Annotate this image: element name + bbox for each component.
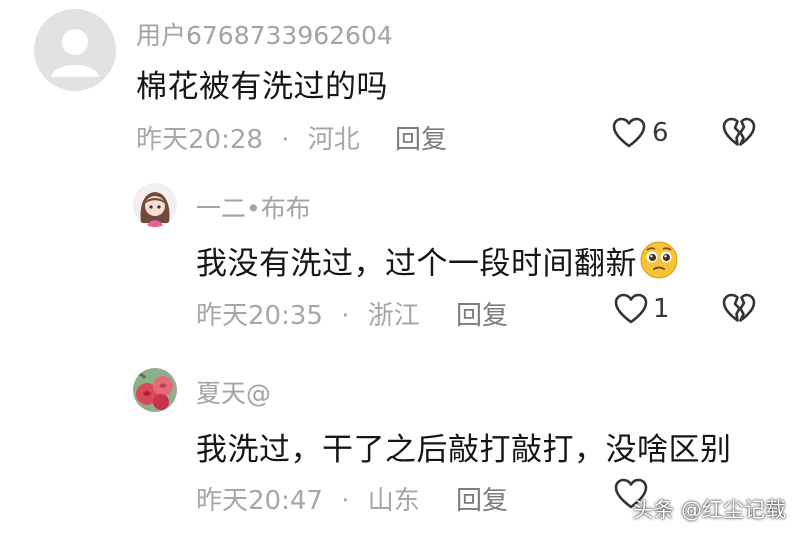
avatar[interactable] bbox=[133, 183, 177, 227]
comment-text: 我洗过，干了之后敲打敲打，没啥区别 bbox=[196, 432, 732, 468]
meta-separator: · bbox=[341, 486, 350, 516]
meta-separator: · bbox=[281, 125, 290, 155]
username[interactable]: 用户6768733962604 bbox=[136, 16, 393, 52]
default-user-icon bbox=[34, 9, 116, 91]
avatar-default[interactable] bbox=[34, 9, 116, 91]
broken-heart-icon bbox=[722, 117, 756, 146]
comment-meta: 昨天20:35 · 浙江 bbox=[196, 295, 420, 332]
meta-separator: · bbox=[341, 301, 350, 331]
location: 山东 bbox=[367, 486, 420, 516]
avatar[interactable] bbox=[133, 368, 177, 412]
comment-meta: 昨天20:28 · 河北 bbox=[136, 119, 360, 156]
watermark: 头条 @红尘记载 bbox=[632, 498, 786, 522]
timestamp: 昨天20:28 bbox=[136, 125, 263, 155]
like-count: 6 bbox=[652, 118, 669, 148]
location: 河北 bbox=[307, 125, 360, 155]
comment-text-body: 我没有洗过，过个一段时间翻新 bbox=[196, 246, 637, 282]
pleading-face-emoji-icon bbox=[639, 240, 679, 280]
reply-button[interactable]: 回复 bbox=[395, 119, 447, 156]
heart-icon bbox=[614, 293, 648, 324]
location: 浙江 bbox=[367, 301, 420, 331]
like-button[interactable] bbox=[614, 293, 648, 325]
timestamp: 昨天20:35 bbox=[196, 301, 323, 331]
heart-icon bbox=[612, 117, 646, 148]
cartoon-girl-avatar-icon bbox=[133, 183, 177, 227]
username[interactable]: 一二•布布 bbox=[196, 189, 311, 225]
comment-text: 我没有洗过，过个一段时间翻新 bbox=[196, 238, 679, 283]
broken-heart-icon bbox=[722, 293, 756, 322]
reply-button[interactable]: 回复 bbox=[456, 295, 508, 332]
like-button[interactable] bbox=[612, 117, 646, 149]
reply-button[interactable]: 回复 bbox=[456, 480, 508, 517]
dislike-button[interactable] bbox=[722, 117, 756, 149]
comment-meta: 昨天20:47 · 山东 bbox=[196, 480, 420, 517]
username[interactable]: 夏天@ bbox=[196, 374, 271, 410]
like-count: 1 bbox=[653, 294, 670, 324]
comment-text: 棉花被有洗过的吗 bbox=[136, 69, 388, 105]
dislike-button[interactable] bbox=[722, 293, 756, 325]
rose-flower-avatar-icon bbox=[133, 368, 177, 412]
timestamp: 昨天20:47 bbox=[196, 486, 323, 516]
